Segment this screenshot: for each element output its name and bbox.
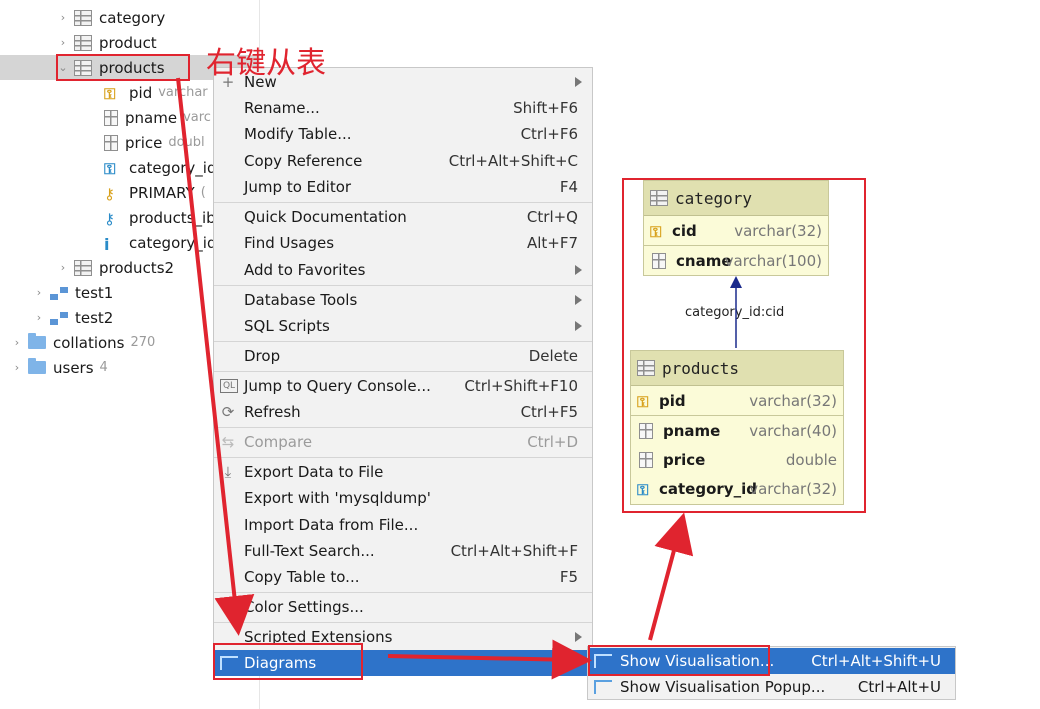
annotation-overlay (176, 77, 742, 680)
annotation-arrow-to-submenu (387, 639, 592, 680)
annotation-arrow-to-diagram (648, 512, 694, 641)
annotation-arrow-to-diagrams (176, 77, 255, 636)
